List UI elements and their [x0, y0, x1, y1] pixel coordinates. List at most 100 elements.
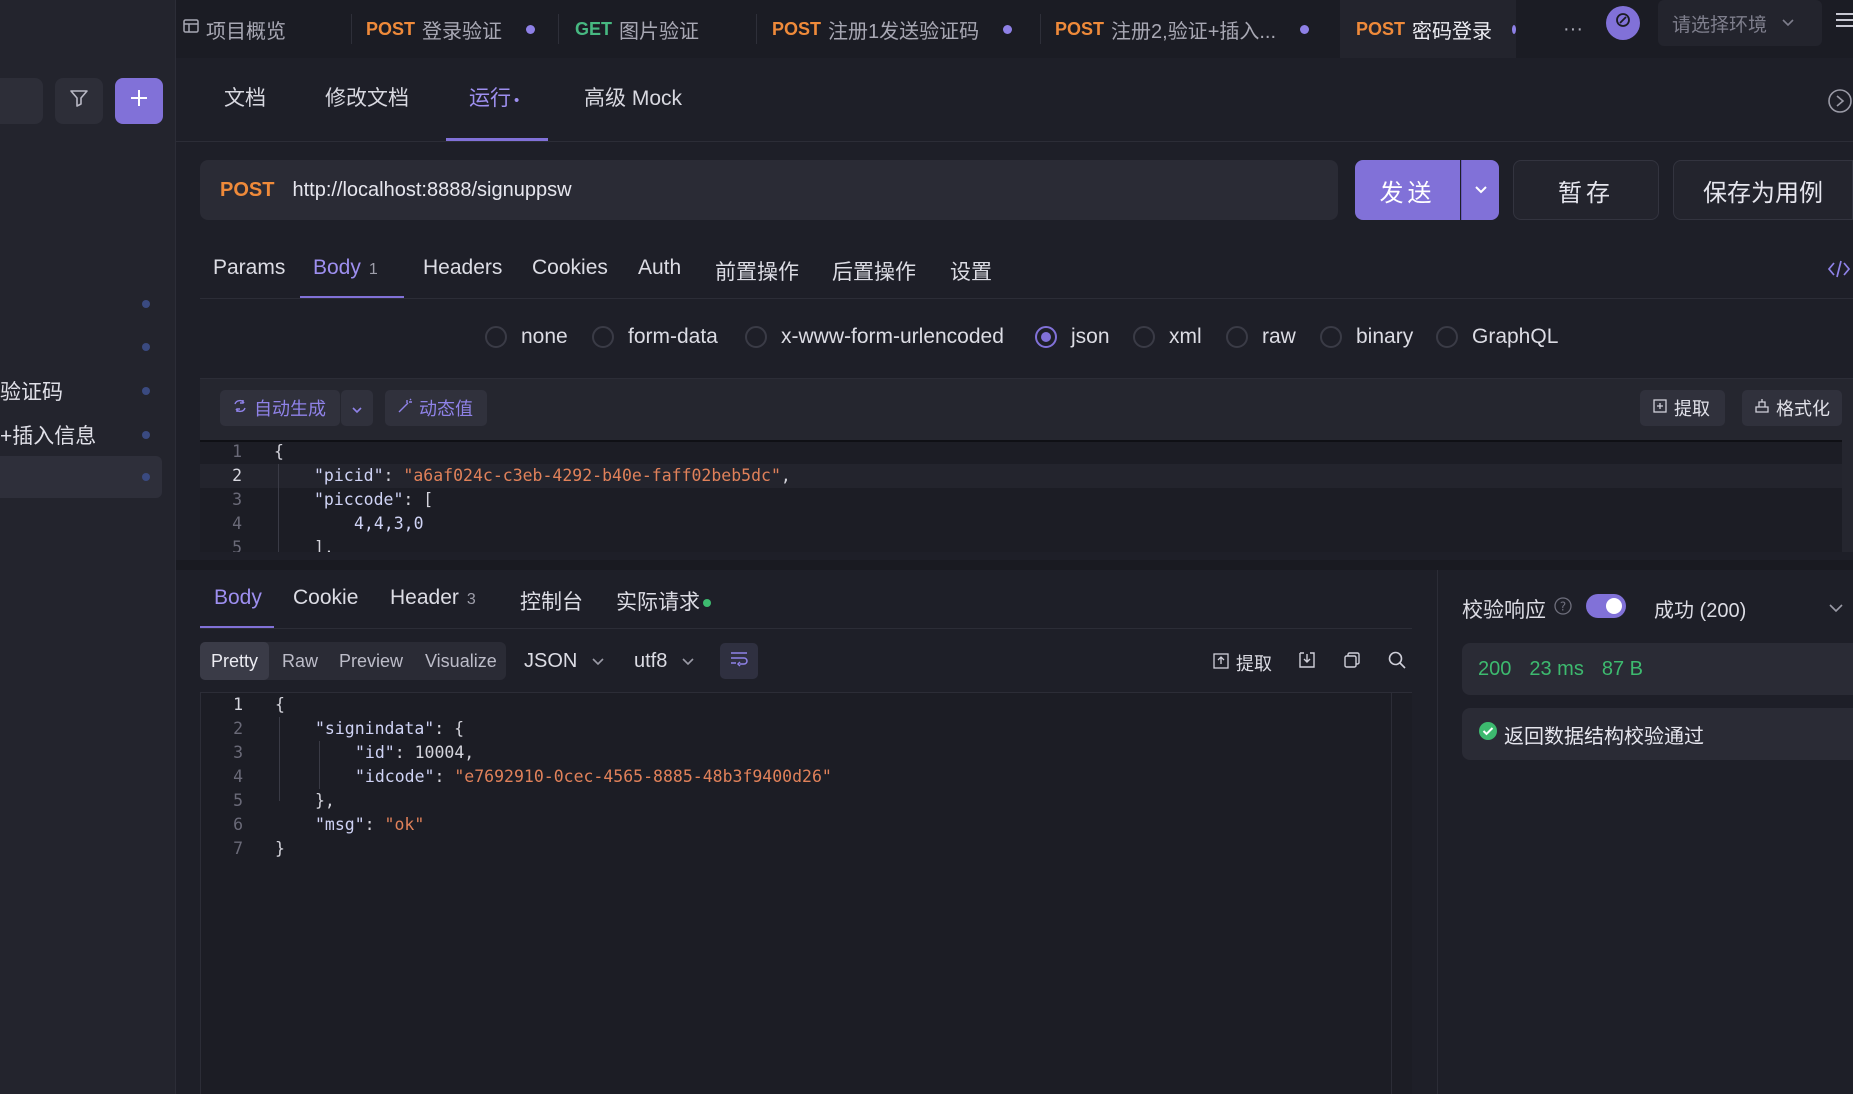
overview-icon — [182, 17, 200, 41]
tab-advanced-mock[interactable]: 高级 Mock — [584, 82, 682, 112]
view-visualize[interactable]: Visualize — [425, 642, 497, 680]
save-temp-button[interactable]: 暂存 — [1513, 160, 1659, 220]
tab-settings[interactable]: 设置 — [950, 256, 992, 286]
tab-register-step1[interactable]: POST 注册1发送验证码 — [772, 0, 1013, 58]
send-label: 发送 — [1379, 179, 1436, 207]
tab-body[interactable]: Body 1 — [313, 256, 378, 280]
tab-response-body[interactable]: Body — [214, 586, 262, 610]
tab-login-verify[interactable]: POST 登录验证 — [366, 0, 536, 58]
response-extract-button[interactable]: 提取 — [1212, 650, 1272, 676]
status-dot — [142, 387, 150, 395]
filter-button[interactable] — [55, 78, 103, 124]
sidebar-item-active[interactable] — [0, 456, 162, 498]
format-label: 格式化 — [1776, 399, 1830, 419]
radio-urlencoded[interactable]: x-www-form-urlencoded — [745, 325, 1004, 349]
radio-graphql[interactable]: GraphQL — [1436, 325, 1558, 349]
radio-raw[interactable]: raw — [1226, 325, 1296, 349]
wrap-icon — [729, 649, 749, 673]
tab-cookies[interactable]: Cookies — [532, 256, 608, 280]
more-tabs-button[interactable]: ··· — [1563, 0, 1583, 58]
line-number: 2 — [233, 719, 243, 738]
sidebar-search-input[interactable] — [0, 78, 43, 124]
radio-form-data[interactable]: form-data — [592, 325, 718, 349]
view-preview[interactable]: Preview — [339, 642, 403, 680]
view-raw[interactable]: Raw — [282, 642, 318, 680]
view-label: Raw — [282, 650, 319, 671]
tab-project-overview[interactable]: 项目概览 — [182, 0, 286, 58]
validation-toggle[interactable] — [1586, 594, 1626, 618]
tab-console[interactable]: 控制台 — [520, 586, 583, 616]
tab-headers[interactable]: Headers — [423, 256, 502, 280]
status-dot — [703, 599, 711, 608]
radio-json[interactable]: json — [1035, 325, 1110, 349]
view-pretty[interactable]: Pretty — [200, 642, 270, 680]
validation-result-select[interactable]: 成功 (200) — [1654, 594, 1746, 623]
copy-icon[interactable] — [1342, 650, 1362, 676]
sidebar-item[interactable]: +插入信息 — [0, 414, 162, 456]
pane-splitter[interactable] — [176, 560, 1853, 570]
code-icon[interactable] — [1827, 258, 1851, 286]
punctuation: : { — [434, 719, 465, 738]
add-button[interactable] — [115, 78, 163, 124]
history-icon[interactable] — [1827, 88, 1853, 120]
help-icon[interactable]: ? — [1553, 596, 1573, 622]
format-button[interactable]: 格式化 — [1742, 390, 1842, 426]
tab-image-verify[interactable]: GET 图片验证 — [575, 0, 699, 58]
code-line: "msg": "ok" — [315, 813, 424, 837]
tab-register-step2[interactable]: POST 注册2,验证+插入... — [1055, 0, 1310, 58]
sidebar-item[interactable] — [0, 283, 162, 325]
tab-label: Params — [213, 256, 286, 279]
environment-select[interactable]: 请选择环境 — [1658, 0, 1822, 46]
status-code: 200 — [1478, 657, 1512, 680]
method-badge: POST — [772, 18, 822, 39]
radio-none[interactable]: none — [485, 325, 568, 349]
url-bar[interactable]: POST http://localhost:8888/signuppsw — [200, 160, 1338, 220]
request-method[interactable]: POST — [220, 179, 274, 202]
tab-doc[interactable]: 文档 — [224, 82, 266, 112]
url-input[interactable]: http://localhost:8888/signuppsw — [292, 179, 571, 202]
radio-binary[interactable]: binary — [1320, 325, 1413, 349]
sync-button[interactable] — [1606, 6, 1640, 40]
send-button[interactable]: 发送 — [1355, 160, 1460, 220]
auto-generate-button[interactable]: 自动生成 — [220, 390, 340, 426]
tab-label: Body — [313, 256, 361, 279]
tab-auth[interactable]: Auth — [638, 256, 681, 280]
tab-label: Body — [214, 586, 262, 609]
line-number: 3 — [233, 743, 243, 762]
tab-run[interactable]: 运行 • — [469, 82, 519, 112]
tab-response-cookie[interactable]: Cookie — [293, 586, 358, 610]
extract-button[interactable]: 提取 — [1640, 390, 1725, 426]
save-case-button[interactable]: 保存为用例 — [1673, 160, 1853, 220]
viewer-scrollbar[interactable] — [1391, 693, 1413, 1094]
tab-post-script[interactable]: 后置操作 — [832, 256, 916, 286]
chevron-down-icon[interactable] — [1828, 598, 1844, 620]
json-key: "idcode" — [355, 767, 435, 786]
tab-actual-request[interactable]: 实际请求 — [616, 586, 711, 616]
wrap-toggle-button[interactable] — [720, 643, 758, 679]
chevron-down-icon — [1474, 179, 1488, 201]
encoding-select[interactable]: utf8 — [634, 650, 695, 673]
auto-generate-dropdown[interactable] — [341, 390, 373, 426]
line-number: 4 — [233, 767, 243, 786]
editor-scrollbar[interactable] — [1842, 440, 1853, 552]
validation-title: 校验响应 — [1462, 594, 1546, 624]
tab-params[interactable]: Params — [213, 256, 285, 280]
code-line: "idcode": "e7692910-0cec-4565-8885-48b3f… — [355, 765, 832, 789]
tab-response-header[interactable]: Header 3 — [390, 586, 476, 610]
json-key: "piccode" — [314, 490, 404, 509]
send-dropdown-button[interactable] — [1461, 160, 1499, 220]
sidebar-item[interactable] — [0, 326, 162, 368]
search-icon[interactable] — [1387, 650, 1407, 676]
code-line: "picid": "a6af024c-c3eb-4292-b40e-faff02… — [314, 466, 791, 485]
request-body-editor[interactable]: 1 { 2 "picid": "a6af024c-c3eb-4292-b40e-… — [200, 440, 1853, 552]
dynamic-value-button[interactable]: 动态值 — [385, 390, 487, 426]
sidebar-item[interactable]: 验证码 — [0, 370, 162, 412]
tab-pre-script[interactable]: 前置操作 — [715, 256, 799, 286]
radio-xml[interactable]: xml — [1133, 325, 1202, 349]
tab-password-login[interactable]: POST 密码登录 — [1340, 0, 1516, 58]
response-body-viewer[interactable]: 1 { 2 "signindata": { 3 "id": 10004, 4 "… — [200, 692, 1412, 1094]
menu-icon[interactable] — [1834, 10, 1853, 32]
format-select[interactable]: JSON — [524, 650, 605, 673]
tab-edit-doc[interactable]: 修改文档 — [325, 82, 409, 112]
download-icon[interactable] — [1297, 650, 1317, 676]
